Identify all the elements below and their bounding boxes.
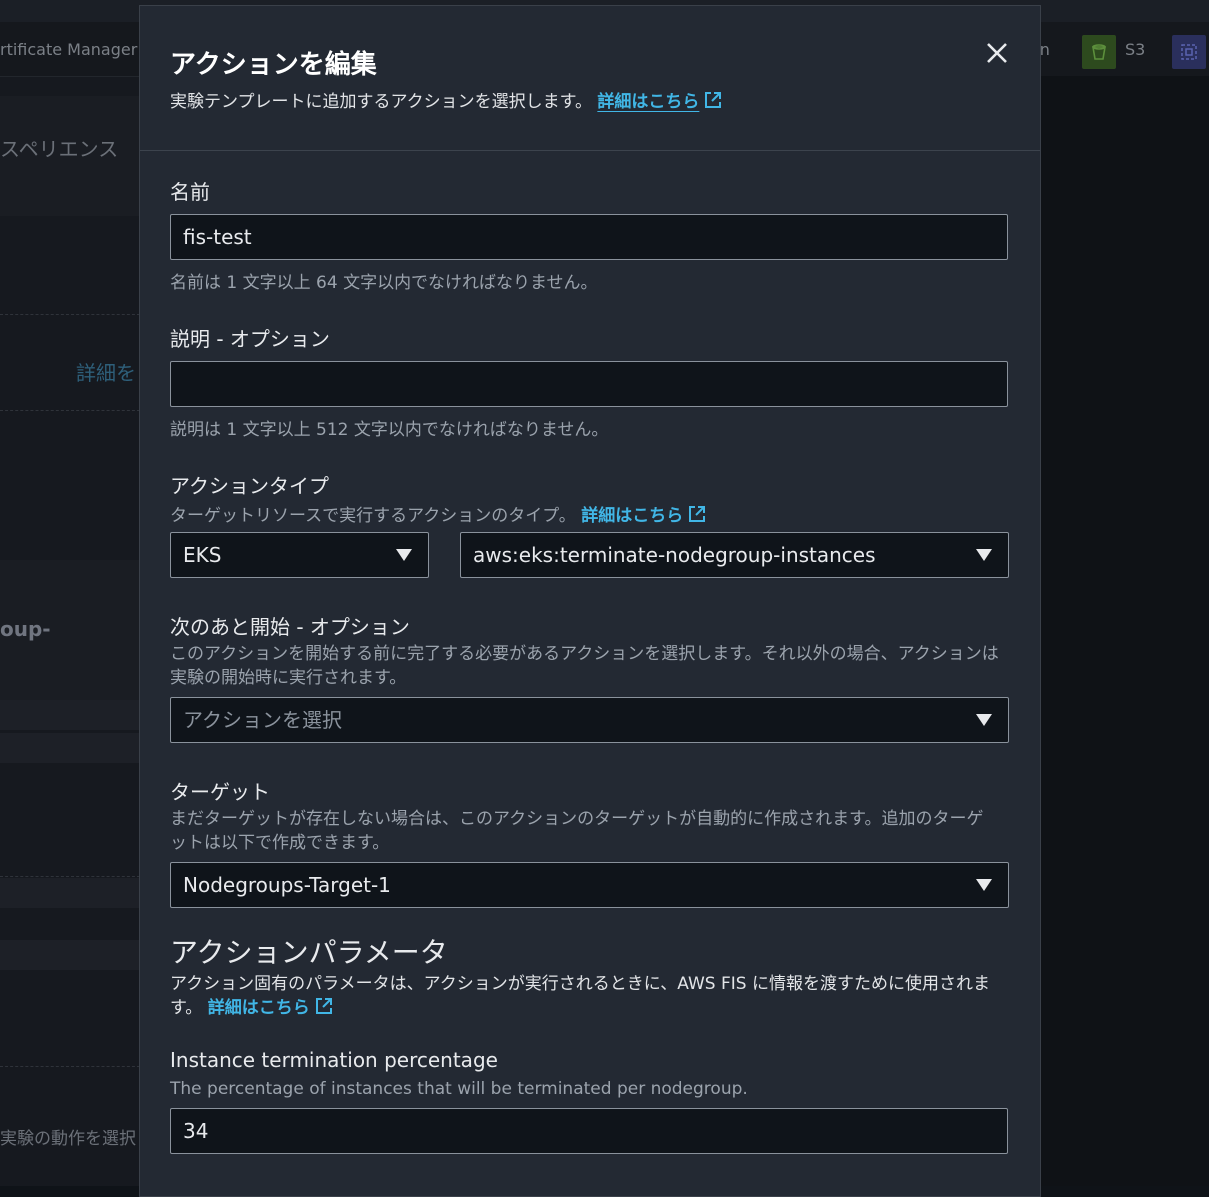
learn-more-link[interactable]: 詳細はこちら — [597, 92, 699, 112]
action-type-label: アクションタイプ — [170, 474, 329, 498]
caret-down-icon — [976, 714, 992, 726]
action-select-value: aws:eks:terminate-nodegroup-instances — [473, 543, 876, 567]
s3-service-icon — [1082, 35, 1116, 69]
bg-panel-6 — [0, 940, 140, 970]
description-hint: 説明は 1 文字以上 512 文字以内でなければなりません。 — [170, 420, 609, 440]
start-after-select[interactable]: アクションを選択 — [170, 697, 1009, 743]
bg-detail-link: 詳細を — [76, 361, 136, 385]
target-select-value: Nodegroups-Target-1 — [183, 873, 391, 897]
nav-s3-label: S3 — [1125, 40, 1146, 59]
bg-right-area — [1040, 76, 1209, 1186]
target-label: ターゲット — [170, 780, 270, 804]
external-link-icon — [687, 504, 707, 529]
bg-experience-text: スペリエンス — [0, 137, 119, 161]
start-after-label: 次のあと開始 - オプション — [170, 615, 410, 639]
close-button[interactable] — [982, 38, 1012, 68]
action-select[interactable]: aws:eks:terminate-nodegroup-instances — [460, 532, 1009, 578]
bg-group-text: oup- — [0, 617, 51, 641]
name-hint: 名前は 1 文字以上 64 文字以内でなければなりません。 — [170, 273, 598, 293]
caret-down-icon — [976, 879, 992, 891]
service-select-value: EKS — [183, 543, 222, 567]
edit-action-modal: アクションを編集 実験テンプレートに追加するアクションを選択します。 詳細はこち… — [139, 5, 1041, 1197]
bg-divider — [0, 410, 140, 411]
modal-header: アクションを編集 実験テンプレートに追加するアクションを選択します。 詳細はこち… — [140, 6, 1040, 151]
caret-down-icon — [396, 549, 412, 561]
start-after-placeholder: アクションを選択 — [183, 708, 342, 732]
modal-subtitle: 実験テンプレートに追加するアクションを選択します。 詳細はこちら — [170, 87, 723, 115]
bg-bottom-text: 実験の動作を選択し — [0, 1129, 153, 1149]
nav-certificate-manager: rtificate Manager — [0, 40, 138, 59]
modal-title: アクションを編集 — [170, 50, 377, 80]
action-params-title: アクションパラメータ — [170, 936, 448, 969]
external-link-icon — [703, 90, 723, 115]
bg-divider — [0, 1066, 140, 1067]
action-type-learn-more-link[interactable]: 詳細はこちら — [581, 506, 683, 526]
description-label: 説明 - オプション — [170, 327, 330, 351]
bg-panel-5 — [0, 878, 140, 908]
name-label: 名前 — [170, 180, 210, 204]
eks-service-icon — [1172, 35, 1206, 69]
bg-panel-3 — [0, 700, 140, 730]
external-link-icon — [314, 996, 334, 1023]
action-params-description: アクション固有のパラメータは、アクションが実行されるときに、AWS FIS に情… — [170, 972, 1005, 1023]
description-input[interactable] — [170, 361, 1008, 407]
caret-down-icon — [976, 549, 992, 561]
termination-percentage-label: Instance termination percentage — [170, 1048, 498, 1072]
termination-percentage-input[interactable]: 34 — [170, 1108, 1008, 1154]
target-hint: まだターゲットが存在しない場合は、このアクションのターゲットが自動的に作成されま… — [170, 809, 984, 853]
bg-divider — [0, 876, 140, 877]
name-input[interactable]: fis-test — [170, 214, 1008, 260]
bg-panel-4 — [0, 733, 140, 763]
termination-percentage-hint: The percentage of instances that will be… — [170, 1079, 748, 1099]
target-select[interactable]: Nodegroups-Target-1 — [170, 862, 1009, 908]
bg-divider — [0, 314, 140, 315]
modal-subtitle-text: 実験テンプレートに追加するアクションを選択します。 — [170, 92, 592, 112]
close-icon — [987, 43, 1007, 63]
start-after-hint: このアクションを開始する前に完了する必要があるアクションを選択します。それ以外の… — [170, 644, 999, 688]
action-type-hint: ターゲットリソースで実行するアクションのタイプ。 詳細はこちら — [170, 501, 707, 529]
service-select[interactable]: EKS — [170, 532, 429, 578]
action-type-hint-text: ターゲットリソースで実行するアクションのタイプ。 — [170, 506, 576, 526]
action-params-learn-more-link[interactable]: 詳細はこちら — [208, 998, 310, 1018]
